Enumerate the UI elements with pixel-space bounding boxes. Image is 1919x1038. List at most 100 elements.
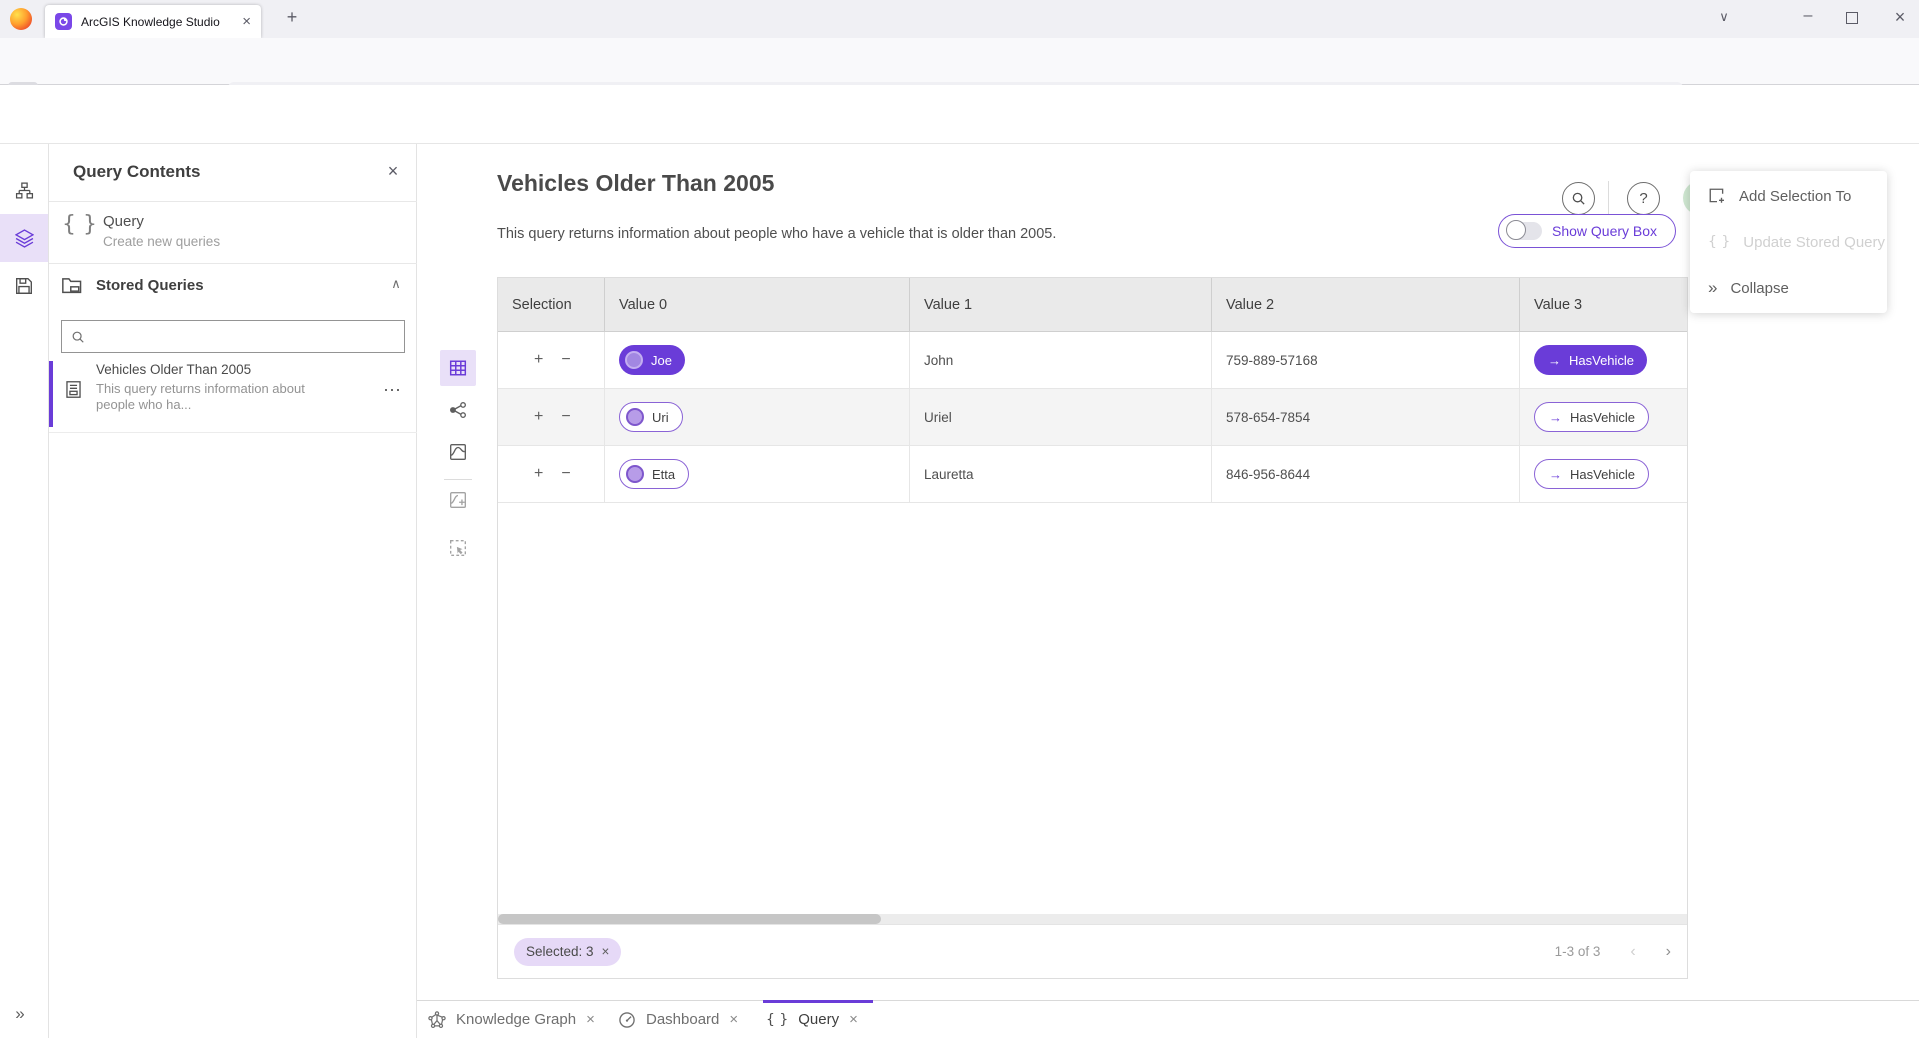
row-add-icon[interactable]: + (534, 351, 543, 369)
add-to-map-icon (449, 491, 467, 509)
selected-indicator (49, 361, 53, 427)
menu-item-collapse[interactable]: » Collapse (1690, 266, 1887, 310)
table-cell: Uriel (910, 389, 1212, 446)
table-footer: Selected: 3 × 1-3 of 3 ‹ › (498, 924, 1687, 978)
row-add-icon[interactable]: + (534, 408, 543, 426)
relationship-pill[interactable]: →HasVehicle (1534, 459, 1649, 489)
browser-toolbar: ← → ↻ https://dev0028833.esri.com/portal… (0, 38, 1919, 85)
expand-rail-icon[interactable]: » (8, 1004, 32, 1024)
table-cell-entity: Uri (605, 389, 910, 446)
tab-close-icon[interactable]: × (242, 13, 251, 30)
list-tabs-icon[interactable]: ∨ (1712, 9, 1736, 25)
add-selection-icon (1708, 187, 1726, 205)
relationship-pill[interactable]: →HasVehicle (1534, 345, 1647, 375)
view-table-button[interactable] (440, 350, 476, 386)
selected-count-chip[interactable]: Selected: 3 × (514, 938, 621, 966)
search-icon (71, 330, 85, 344)
folder-icon (61, 275, 83, 295)
show-query-box-toggle[interactable]: Show Query Box (1498, 214, 1676, 248)
menu-item-add-selection-to[interactable]: Add Selection To (1690, 174, 1887, 218)
window-close-button[interactable]: × (1888, 7, 1912, 28)
help-button[interactable]: ? (1627, 182, 1660, 215)
table-cell: Lauretta (910, 446, 1212, 503)
tab-close-icon[interactable]: × (586, 1011, 595, 1028)
entity-pill[interactable]: Joe (619, 345, 685, 375)
pagination: 1-3 of 3 ‹ › (1555, 943, 1671, 961)
row-add-icon[interactable]: + (534, 465, 543, 483)
stored-queries-label: Stored Queries (96, 277, 204, 294)
stored-queries-search[interactable] (61, 320, 405, 353)
row-remove-icon[interactable]: − (561, 408, 570, 426)
tab-close-icon[interactable]: × (729, 1011, 738, 1028)
new-query-item[interactable]: { } Query Create new queries (49, 202, 417, 262)
stored-query-doc-icon (64, 380, 83, 399)
search-input[interactable] (93, 328, 395, 345)
arcgis-favicon-icon (55, 13, 72, 30)
column-header[interactable]: Value 0 (605, 278, 910, 332)
menu-item-update-stored-query[interactable]: { } Update Stored Query (1690, 220, 1887, 264)
selection-icon (449, 539, 467, 557)
stored-query-description: This query returns information about peo… (96, 381, 334, 413)
tab-knowledge-graph[interactable]: Knowledge Graph × (428, 1001, 595, 1038)
browser-tab-strip: ArcGIS Knowledge Studio × + ∨ – × (0, 0, 1919, 38)
panel-close-icon[interactable]: × (383, 161, 403, 182)
table-icon (449, 359, 467, 377)
new-query-subtitle: Create new queries (103, 234, 220, 249)
chip-close-icon[interactable]: × (602, 944, 610, 959)
save-icon (15, 277, 33, 295)
panel-title: Query Contents (73, 162, 201, 182)
tab-query[interactable]: { } Query × (766, 1001, 858, 1038)
horizontal-scrollbar[interactable] (498, 914, 1687, 924)
toggle-switch[interactable] (1508, 222, 1542, 240)
window-maximize-button[interactable] (1846, 12, 1858, 24)
share-link-icon (449, 401, 467, 419)
sidebar-item-save[interactable] (0, 262, 48, 310)
relationship-pill[interactable]: →HasVehicle (1534, 402, 1649, 432)
node-icon (625, 351, 643, 369)
tab-dashboard[interactable]: Dashboard × (618, 1001, 738, 1038)
column-header[interactable]: Value 2 (1212, 278, 1520, 332)
query-title: Vehicles Older Than 2005 (497, 170, 774, 197)
node-icon (626, 408, 644, 426)
table-cell: John (910, 332, 1212, 389)
stored-query-item[interactable]: Vehicles Older Than 2005 This query retu… (49, 358, 417, 430)
table-cell: 578-654-7854 (1212, 389, 1520, 446)
arrow-right-icon: → (1549, 410, 1562, 425)
view-link-chart-button[interactable] (440, 392, 476, 428)
page-next-icon[interactable]: › (1666, 943, 1671, 961)
browser-tab[interactable]: ArcGIS Knowledge Studio × (45, 5, 261, 38)
scrollbar-thumb[interactable] (498, 914, 881, 924)
column-header[interactable]: Value 1 (910, 278, 1212, 332)
row-remove-icon[interactable]: − (561, 465, 570, 483)
sidebar-item-layers[interactable] (0, 214, 48, 262)
entity-pill[interactable]: Uri (619, 402, 683, 432)
arrow-right-icon: → (1549, 467, 1562, 482)
firefox-icon[interactable] (10, 8, 32, 30)
collapse-section-icon[interactable]: ∧ (387, 276, 405, 292)
table-cell: 759-889-57168 (1212, 332, 1520, 389)
add-to-map-button[interactable] (440, 482, 476, 518)
show-query-box-label: Show Query Box (1552, 223, 1657, 239)
search-icon (1571, 191, 1586, 206)
stored-queries-header[interactable]: Stored Queries ∧ (49, 270, 417, 312)
browser-window: ArcGIS Knowledge Studio × + ∨ – × ← → ↻ … (0, 0, 1919, 1038)
dashboard-icon (618, 1011, 636, 1029)
column-header[interactable]: Selection (498, 278, 605, 332)
item-menu-icon[interactable]: ⋯ (381, 380, 403, 401)
select-tool-button[interactable] (440, 530, 476, 566)
tab-close-icon[interactable]: × (849, 1011, 858, 1028)
page-prev-icon[interactable]: ‹ (1630, 943, 1635, 961)
search-button[interactable] (1562, 182, 1595, 215)
new-query-title: Query (103, 213, 144, 230)
entity-pill[interactable]: Etta (619, 459, 689, 489)
new-tab-button[interactable]: + (280, 7, 304, 28)
window-minimize-button[interactable]: – (1796, 7, 1820, 25)
sidebar-item-contents[interactable] (0, 166, 48, 214)
column-header[interactable]: Value 3 (1520, 278, 1687, 332)
collapse-icon: » (1708, 278, 1717, 298)
row-remove-icon[interactable]: − (561, 351, 570, 369)
view-map-button[interactable] (440, 434, 476, 470)
braces-icon: { } (766, 1012, 788, 1028)
table-cell-entity: Joe (605, 332, 910, 389)
map-icon (449, 443, 467, 461)
